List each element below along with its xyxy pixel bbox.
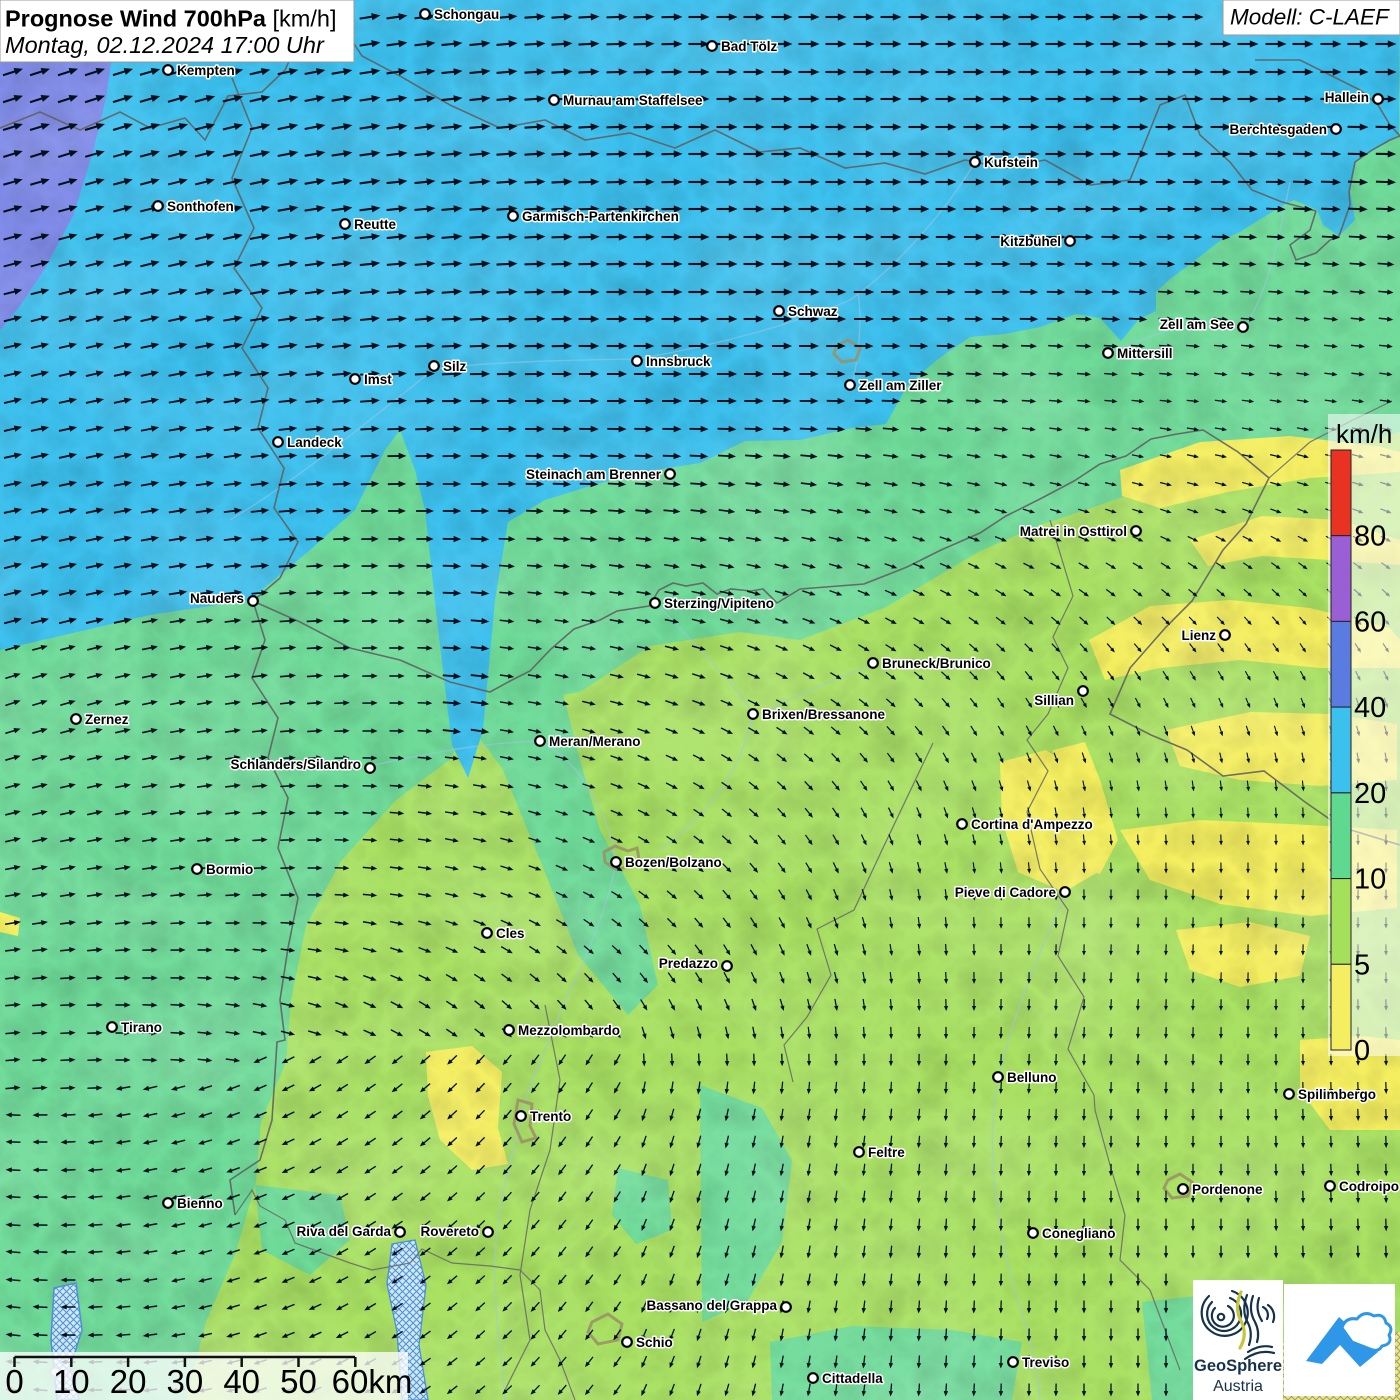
svg-text:Treviso: Treviso: [1022, 1355, 1069, 1370]
svg-text:Schlanders/Silandro: Schlanders/Silandro: [230, 757, 361, 772]
svg-text:Bruneck/Brunico: Bruneck/Brunico: [882, 656, 991, 671]
svg-text:Lienz: Lienz: [1181, 628, 1216, 643]
svg-text:Kufstein: Kufstein: [984, 155, 1038, 170]
svg-text:Austria: Austria: [1213, 1378, 1263, 1395]
svg-text:Bienno: Bienno: [177, 1196, 223, 1211]
svg-text:Matrei in Osttirol: Matrei in Osttirol: [1020, 524, 1127, 539]
svg-text:Belluno: Belluno: [1007, 1070, 1057, 1085]
svg-text:Berchtesgaden: Berchtesgaden: [1229, 122, 1327, 137]
svg-text:Kitzbühel: Kitzbühel: [1000, 234, 1061, 249]
svg-text:Zell am See: Zell am See: [1160, 317, 1235, 332]
svg-text:Pieve di Cadore: Pieve di Cadore: [955, 885, 1057, 900]
svg-text:Predazzo: Predazzo: [659, 956, 718, 971]
svg-text:Reutte: Reutte: [354, 217, 396, 232]
svg-text:40: 40: [1354, 692, 1386, 724]
svg-text:Sillian: Sillian: [1034, 693, 1074, 708]
svg-text:Codroipo: Codroipo: [1339, 1179, 1399, 1194]
svg-text:10: 10: [1354, 864, 1386, 896]
svg-text:Sonthofen: Sonthofen: [167, 199, 234, 214]
svg-text:Steinach am Brenner: Steinach am Brenner: [526, 467, 662, 482]
svg-text:Kempten: Kempten: [177, 63, 235, 78]
svg-text:Riva del Garda: Riva del Garda: [296, 1224, 391, 1239]
svg-text:20: 20: [1354, 778, 1386, 810]
svg-text:Zell am Ziller: Zell am Ziller: [859, 378, 942, 393]
svg-text:GeoSphere: GeoSphere: [1194, 1357, 1282, 1375]
svg-text:Zernez: Zernez: [85, 712, 129, 727]
svg-text:Silz: Silz: [443, 359, 467, 374]
svg-text:Imst: Imst: [364, 372, 392, 387]
svg-text:50: 50: [280, 1363, 317, 1400]
svg-text:5: 5: [1354, 949, 1370, 981]
svg-text:Landeck: Landeck: [287, 435, 342, 450]
svg-text:Cittadella: Cittadella: [822, 1371, 883, 1386]
svg-text:20: 20: [110, 1363, 147, 1400]
svg-text:Bassano del Grappa: Bassano del Grappa: [646, 1298, 777, 1313]
svg-text:Feltre: Feltre: [868, 1145, 905, 1160]
svg-text:Schio: Schio: [636, 1335, 673, 1350]
svg-text:Meran/Merano: Meran/Merano: [549, 734, 641, 749]
svg-text:Bad Tölz: Bad Tölz: [721, 39, 777, 54]
svg-text:Cortina d'Ampezzo: Cortina d'Ampezzo: [971, 817, 1093, 832]
svg-text:60km: 60km: [332, 1363, 413, 1400]
svg-text:Conegliano: Conegliano: [1042, 1226, 1116, 1241]
svg-text:Hallein: Hallein: [1325, 90, 1369, 105]
svg-text:Schwaz: Schwaz: [788, 304, 838, 319]
svg-text:Garmisch-Partenkirchen: Garmisch-Partenkirchen: [522, 209, 679, 224]
svg-text:Prognose Wind 700hPa [km/h]: Prognose Wind 700hPa [km/h]: [5, 6, 336, 32]
svg-text:Sterzing/Vipiteno: Sterzing/Vipiteno: [664, 596, 774, 611]
svg-text:Tirano: Tirano: [121, 1020, 162, 1035]
svg-text:0: 0: [1354, 1035, 1370, 1067]
svg-text:Bozen/Bolzano: Bozen/Bolzano: [625, 855, 722, 870]
svg-text:Modell: C-LAEF: Modell: C-LAEF: [1230, 5, 1390, 30]
svg-text:Spilimbergo: Spilimbergo: [1298, 1087, 1376, 1102]
svg-text:Rovereto: Rovereto: [420, 1224, 479, 1239]
svg-text:Mezzolombardo: Mezzolombardo: [518, 1023, 620, 1038]
svg-text:Mittersill: Mittersill: [1117, 346, 1173, 361]
svg-text:30: 30: [167, 1363, 204, 1400]
svg-text:40: 40: [223, 1363, 260, 1400]
svg-text:10: 10: [53, 1363, 90, 1400]
svg-text:Cles: Cles: [496, 926, 525, 941]
svg-text:Pordenone: Pordenone: [1192, 1182, 1263, 1197]
svg-text:80: 80: [1354, 521, 1386, 553]
svg-text:Brixen/Bressanone: Brixen/Bressanone: [762, 707, 886, 722]
svg-text:60: 60: [1354, 606, 1386, 638]
svg-text:Murnau am Staffelsee: Murnau am Staffelsee: [563, 93, 703, 108]
svg-text:Montag, 02.12.2024 17:00 Uhr: Montag, 02.12.2024 17:00 Uhr: [5, 32, 325, 58]
svg-text:km/h: km/h: [1336, 419, 1392, 449]
svg-text:Trento: Trento: [530, 1109, 571, 1124]
svg-text:Nauders: Nauders: [190, 591, 244, 606]
svg-text:Schongau: Schongau: [434, 7, 499, 22]
svg-text:0: 0: [5, 1363, 23, 1400]
svg-text:Bormio: Bormio: [206, 862, 253, 877]
svg-text:Innsbruck: Innsbruck: [646, 354, 711, 369]
